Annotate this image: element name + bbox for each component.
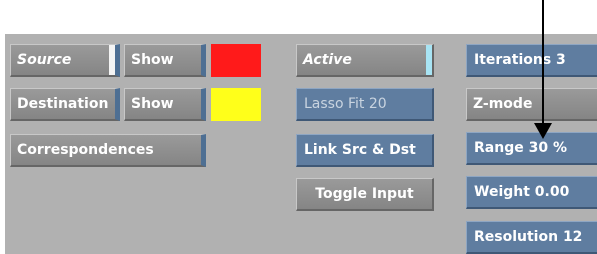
lasso-fit-label: Lasso Fit 20 xyxy=(304,96,387,112)
destination-button[interactable]: Destination xyxy=(10,88,120,121)
destination-show-button[interactable]: Show xyxy=(124,88,206,121)
z-mode-button[interactable]: Z-mode xyxy=(466,88,597,121)
destination-color-swatch[interactable] xyxy=(211,88,261,121)
active-button[interactable]: Active xyxy=(296,44,434,77)
iterations-label: Iterations 3 xyxy=(474,52,566,68)
source-label: Source xyxy=(17,52,72,68)
iterations-field[interactable]: Iterations 3 xyxy=(466,44,597,77)
correspondences-button[interactable]: Correspondences xyxy=(10,134,206,167)
callout-arrow-line xyxy=(542,0,544,125)
link-src-dst-button[interactable]: Link Src & Dst xyxy=(296,134,434,167)
source-show-label: Show xyxy=(131,52,174,68)
link-src-dst-label: Link Src & Dst xyxy=(304,142,416,158)
destination-show-label: Show xyxy=(131,96,174,112)
down-arrow-icon xyxy=(534,123,552,139)
resolution-label: Resolution 12 xyxy=(474,229,583,245)
weight-field[interactable]: Weight 0.00 xyxy=(466,176,597,209)
range-field[interactable]: Range 30 % xyxy=(466,132,597,165)
source-show-button[interactable]: Show xyxy=(124,44,206,77)
source-color-swatch[interactable] xyxy=(211,44,261,77)
source-button[interactable]: Source xyxy=(10,44,120,77)
toggle-input-button[interactable]: Toggle Input xyxy=(296,178,434,211)
weight-label: Weight 0.00 xyxy=(474,184,570,200)
toggle-input-label: Toggle Input xyxy=(315,186,414,202)
resolution-field[interactable]: Resolution 12 xyxy=(466,221,597,254)
active-label: Active xyxy=(303,52,352,68)
active-indicator xyxy=(426,45,432,75)
source-active-indicator xyxy=(109,45,115,75)
z-mode-label: Z-mode xyxy=(473,96,533,112)
range-label: Range 30 % xyxy=(474,140,567,156)
destination-label: Destination xyxy=(17,96,109,112)
correspondences-label: Correspondences xyxy=(17,142,154,158)
lasso-fit-field[interactable]: Lasso Fit 20 xyxy=(296,88,434,121)
